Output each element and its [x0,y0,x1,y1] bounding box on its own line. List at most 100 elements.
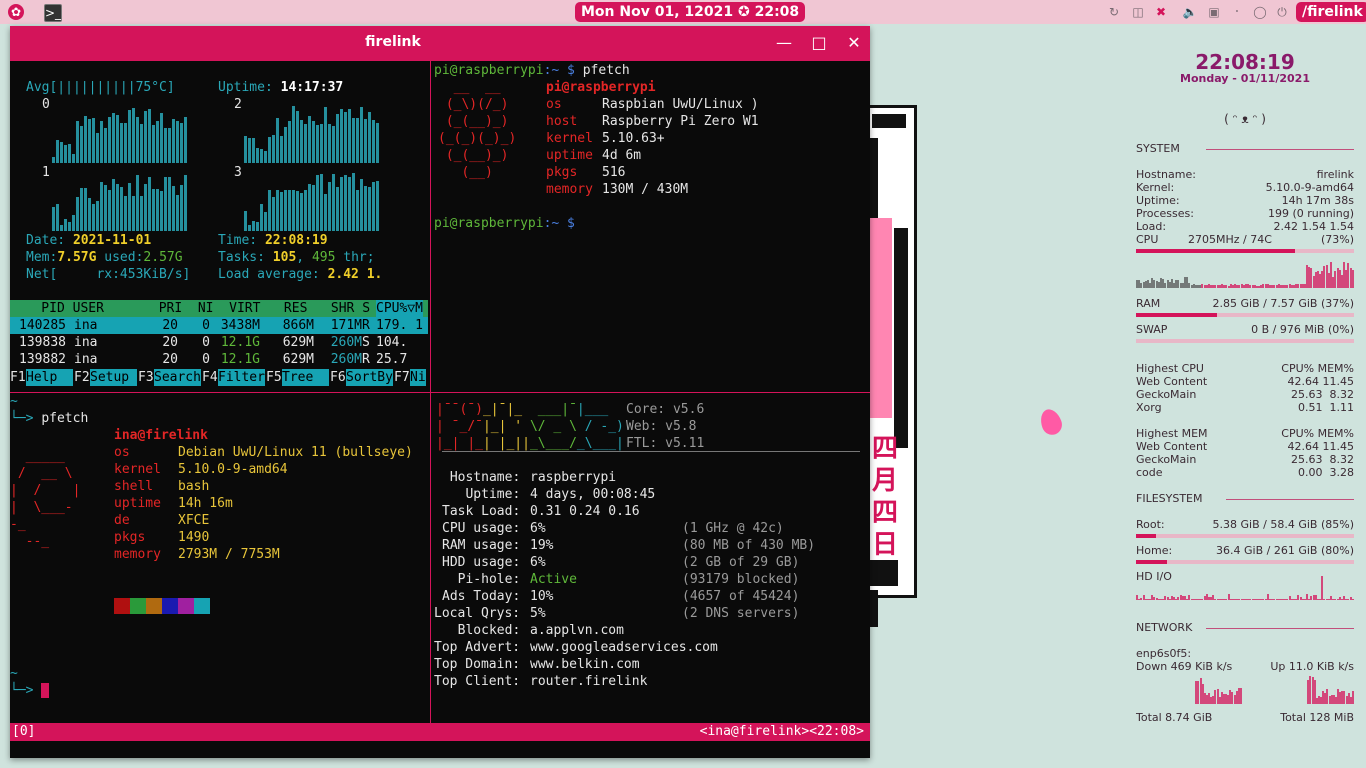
banner-char: ¯ [443,402,452,417]
cpu-freq: 2705MHz / 74C [1188,233,1272,246]
download-graph [1136,676,1242,704]
cpu-graph-bar [248,225,251,231]
uptime-value: 14:17:37 [280,80,344,95]
bar-fill [1136,534,1156,538]
fkey-f1[interactable]: F1 [10,369,26,386]
cpu-graph-bar [56,139,59,163]
terminal-launcher-icon[interactable]: >_ [44,4,62,22]
process-user: ina [74,335,98,350]
process-row[interactable]: 140285 ina 20 0 3438M 866M 171M R 179. 1 [10,317,428,334]
uptime-value: 14h 17m 38s [1281,194,1354,207]
cpu-graph-bar [112,113,115,163]
top-process-row: Xorg 0.51 1.11 [1136,401,1354,414]
power-icon[interactable]: ⏻ [1274,4,1290,20]
raspberry-logo-line: (_\)(/_) [438,97,517,112]
local-shell-pane[interactable]: ~ └─> pfetch ina@firelink _____ / __ \ | … [10,393,430,723]
load-label: Load average: [218,267,328,282]
upload-graph [1248,676,1354,704]
banner-char: \ [529,419,538,434]
tmux-status-bar: [0] <ina@firelink><22:08> [10,723,870,741]
cpu-graph-bar [184,174,187,231]
process-header-cols[interactable]: PID USER PRI NI VIRT RES SHR S [10,300,378,317]
fkey-f7[interactable]: F7 [394,369,410,386]
terminal-cursor[interactable] [41,683,50,698]
cpu-graph-bar [160,113,163,163]
fkey-label-sortby[interactable]: SortBy [346,369,393,386]
pihole-pane[interactable]: |¯¯(¯)_|¯|_ ___|¯|___ | ¯_/¯|_| ' \/ _ \ … [434,393,868,723]
fkey-label-help[interactable]: Help [26,369,73,386]
kernel-value: 5.10.0-9-amd64 [1265,181,1354,194]
conky-monitor: 22:08:19 Monday - 01/11/2021 ( ᵔ ᴥ ᵔ ) S… [1130,48,1356,738]
debian-logo-line: | / | [10,483,81,498]
tmux-window-index[interactable]: [0] [12,723,35,741]
raspberry-logo-line: (_(__)_) [438,114,517,129]
pihole-stat-value: 10% [530,589,554,604]
fkey-f4[interactable]: F4 [202,369,218,386]
cpu-graph-bar [264,150,267,163]
minimize-button[interactable]: — [773,32,795,54]
htop-function-keys[interactable]: F1 Help F2 Setup F3 Search F4 Filter F5 Tree F6… [10,369,430,386]
process-table-header[interactable]: PID USER PRI NI VIRT RES SHR S CPU%▽M [10,300,428,317]
sort-column-cpu[interactable]: CPU%▽M [376,300,423,317]
fkey-f2[interactable]: F2 [74,369,90,386]
bulb-icon[interactable]: ◯ [1252,4,1268,20]
load-value: 2.42 1. [327,267,383,282]
process-s: S [362,335,370,350]
pi-field-value: 516 [602,165,626,180]
status-icon[interactable]: ✖ [1153,4,1169,20]
pihole-stat-value: 6% [530,555,546,570]
display-icon[interactable]: ▣ [1206,4,1222,20]
banner-char: / [467,419,476,434]
fkey-f3[interactable]: F3 [138,369,154,386]
load-label: Load: [1136,220,1167,233]
hostname-value: firelink [1316,168,1354,181]
htop-pane[interactable]: Avg[||||||||||75°C] Uptime: 14:17:37 0 2… [10,61,430,392]
fkey-label-search[interactable]: Search [154,369,201,386]
fkey-f5[interactable]: F5 [266,369,282,386]
cpu-graph-bar [176,195,179,231]
app-menu-icon[interactable]: ✿ [8,4,24,20]
panel-clock[interactable]: Mon Nov 01, 12021 ✪ 22:08 [575,2,806,22]
close-button[interactable]: ✕ [843,32,865,54]
banner-char: | [514,436,523,451]
fkey-label-ni[interactable]: Ni [410,369,426,386]
cpu-graph-bar [352,118,355,163]
date-label: Date: [26,233,73,248]
top-process-name: Web Content [1136,375,1208,388]
cpu-graph-bar [256,222,259,231]
pi-field-value: Raspbian UwU/Linux ) [602,97,759,112]
bag-icon[interactable]: ◫ [1130,4,1146,20]
pihole-stat-value: 5% [530,606,546,621]
cpu-graph-bar [180,122,183,163]
fkey-label-filter[interactable]: Filter [218,369,265,386]
cpu-graph-bar [152,188,155,231]
fkey-label-setup[interactable]: Setup [90,369,137,386]
panel-user-menu[interactable]: /firelink [1296,2,1366,22]
cpu-graph-bar [328,181,331,231]
swap-value: 0 B / 976 MiB (0%) [1251,323,1354,336]
process-pid: 140285 [11,318,66,333]
cpu-graph-bar [296,110,299,163]
maximize-button[interactable]: □ [808,32,830,54]
network-icon[interactable]: ↻ [1106,4,1122,20]
pihole-stat-value: 0.31 0.24 0.16 [530,504,640,519]
bluetooth-icon[interactable]: ᛫ [1229,4,1245,20]
process-row[interactable]: 139882 ina 20 0 12.1G 629M 260M R 25.7 [10,351,428,368]
cpu-graph-bar [300,119,303,163]
debian-logo-line: / __ \ [10,466,73,481]
cpu-graph-bar [68,222,71,231]
cpu-graph-bar [348,177,351,231]
banner-char: | [436,402,444,417]
pihole-version: Core: v5.6 [626,402,705,417]
fkey-f6[interactable]: F6 [330,369,346,386]
local-field-value: Debian UwU/Linux 11 (bullseye) [178,445,413,460]
cpu-graph-bar [292,105,295,163]
pi-ssh-pane[interactable]: pi@raspberrypi:~ $ pfetch pi@raspberrypi… [434,61,868,392]
cpu-graph-bar [120,122,123,163]
window-titlebar[interactable]: firelink — □ ✕ [10,26,870,61]
terminal-window[interactable]: firelink — □ ✕ Avg[||||||||||75°C] Uptim… [10,26,870,758]
volume-icon[interactable]: 🔈 [1182,4,1198,20]
highest-cpu-heading: Highest CPU [1136,362,1204,375]
process-row[interactable]: 139838 ina 20 0 12.1G 629M 260M S 104. [10,334,428,351]
fkey-label-tree[interactable]: Tree [282,369,329,386]
